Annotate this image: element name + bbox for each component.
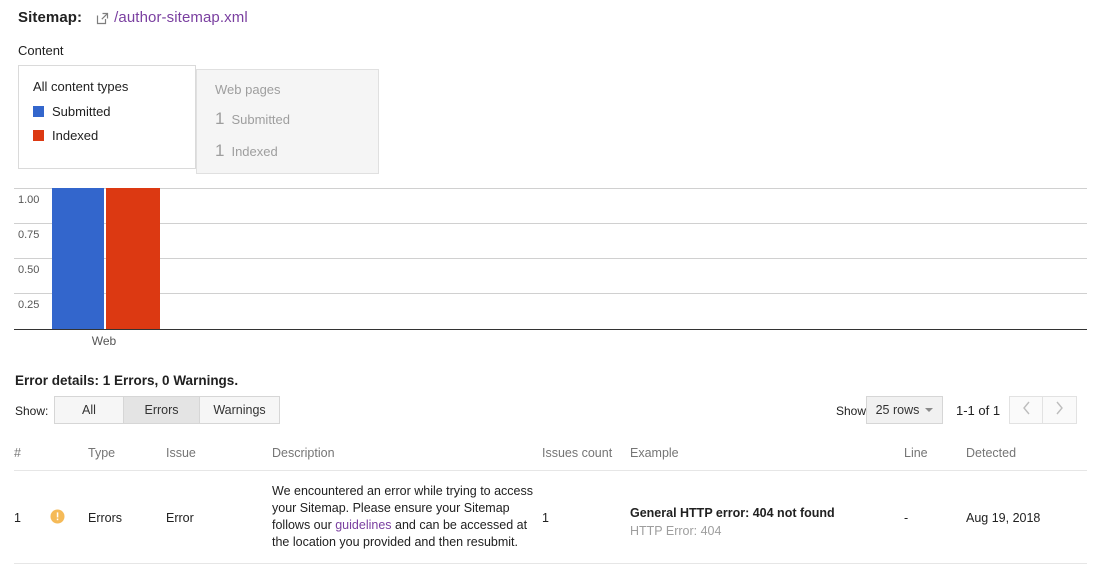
filter-warnings-button[interactable]: Warnings [200, 396, 280, 424]
gridline-0.50 [14, 258, 1087, 259]
content-section-label: Content [18, 43, 64, 58]
sitemap-header: Sitemap: /author-sitemap.xml [18, 6, 248, 28]
example-subtitle: HTTP Error: 404 [630, 524, 722, 538]
cell-line: - [904, 511, 909, 525]
gridline-0.25 [14, 293, 1087, 294]
error-details-table: # Type Issue Description Issues count Ex… [14, 436, 1087, 564]
filter-show-label: Show: [15, 404, 49, 418]
stat-value-submitted: 1 [215, 109, 225, 128]
card-web-pages[interactable]: Web pages 1 Submitted 1 Indexed [196, 69, 379, 174]
sitemap-url-link[interactable]: /author-sitemap.xml [114, 9, 248, 26]
gridline-0.75 [14, 223, 1087, 224]
column-header-type: Type [88, 446, 116, 460]
stat-submitted: 1 Submitted [215, 109, 364, 129]
guidelines-link[interactable]: guidelines [335, 518, 391, 532]
cell-issues-count: 1 [542, 511, 549, 525]
legend-swatch-submitted [33, 106, 44, 117]
chevron-right-icon [1055, 401, 1064, 420]
previous-page-button[interactable] [1009, 396, 1043, 424]
error-filter-group: All Errors Warnings [54, 396, 280, 424]
rows-show-label: Show [836, 404, 867, 418]
legend-label-submitted: Submitted [52, 104, 111, 119]
chevron-left-icon [1022, 401, 1031, 420]
cell-num: 1 [14, 511, 21, 525]
card-all-content-types[interactable]: All content types Submitted Indexed [18, 65, 196, 169]
chevron-down-icon [925, 408, 934, 412]
cell-type: Errors [88, 511, 123, 525]
filter-errors-button[interactable]: Errors [124, 396, 200, 424]
chart-baseline [14, 329, 1087, 330]
column-header-num: # [14, 446, 21, 460]
y-tick-2: 0.75 [18, 229, 40, 241]
column-header-example: Example [630, 446, 679, 460]
cell-detected: Aug 19, 2018 [966, 511, 1041, 525]
column-header-description: Description [272, 446, 335, 460]
y-tick-3: 0.50 [18, 264, 40, 276]
rows-per-page-select[interactable]: 25 rows [866, 396, 943, 424]
external-link-icon [96, 12, 109, 25]
column-header-line: Line [904, 446, 928, 460]
next-page-button[interactable] [1043, 396, 1077, 424]
table-row[interactable]: 1 Errors Error We encountered an error w… [14, 471, 1087, 564]
column-header-detected: Detected [966, 446, 1017, 460]
y-tick-1: 1.00 [18, 194, 40, 206]
card-title: All content types [33, 79, 129, 94]
stat-value-indexed: 1 [215, 141, 225, 160]
legend-swatch-indexed [33, 130, 44, 141]
cell-description: We encountered an error while trying to … [272, 483, 542, 551]
pagination-range: 1-1 of 1 [956, 403, 1001, 418]
legend-label-indexed: Indexed [52, 128, 99, 143]
y-tick-4: 0.25 [18, 299, 40, 311]
cell-issue: Error [166, 511, 194, 525]
table-header-row: # Type Issue Description Issues count Ex… [14, 436, 1087, 471]
cell-status [50, 483, 88, 524]
stat-label-indexed: Indexed [231, 144, 278, 159]
gridline-1.00 [14, 188, 1087, 189]
card-title: Web pages [215, 82, 281, 97]
example-title: General HTTP error: 404 not found [630, 506, 835, 520]
stat-label-submitted: Submitted [231, 112, 291, 127]
column-header-issue: Issue [166, 446, 196, 460]
stat-indexed: 1 Indexed [215, 141, 364, 161]
page-title: Sitemap: [18, 8, 83, 26]
warning-icon [50, 509, 65, 524]
bar-indexed-web[interactable] [106, 188, 160, 329]
error-details-summary: Error details: 1 Errors, 0 Warnings. [15, 373, 239, 388]
legend-item-indexed: Indexed [33, 128, 181, 143]
cell-example: General HTTP error: 404 not found HTTP E… [630, 483, 904, 539]
sitemap-bar-chart: 1.00 0.75 0.50 0.25 [14, 188, 1087, 330]
bar-submitted-web[interactable] [52, 188, 104, 329]
filter-all-button[interactable]: All [54, 396, 124, 424]
x-tick-web: Web [91, 334, 117, 348]
rows-per-page-value: 25 rows [875, 403, 920, 417]
legend-item-submitted: Submitted [33, 104, 181, 119]
column-header-issues-count: Issues count [542, 446, 613, 460]
